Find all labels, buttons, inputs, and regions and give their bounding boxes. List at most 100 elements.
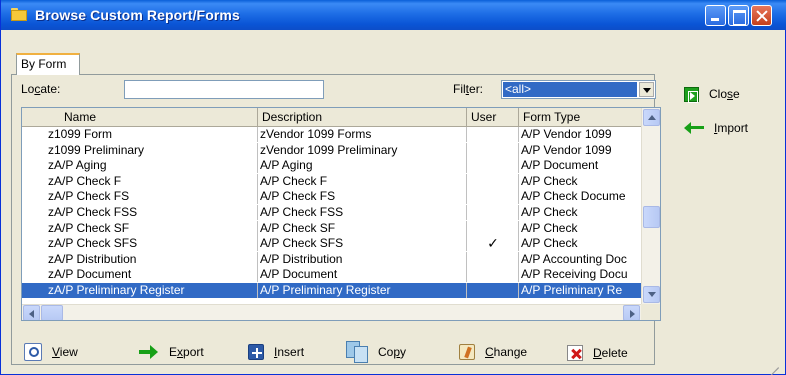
column-header-name[interactable]: Name — [22, 108, 258, 127]
column-divider — [466, 283, 467, 298]
cell-form-type: A/P Document — [521, 158, 599, 173]
cell-name: zA/P Check F — [48, 173, 122, 188]
browse-custom-reports-window: Browse Custom Report/Forms By Form Locat… — [0, 0, 786, 375]
change-button[interactable]: Change — [459, 340, 527, 364]
filter-selected-value: <all> — [503, 82, 637, 97]
vertical-scrollbar[interactable] — [641, 108, 660, 304]
delete-label: Delete — [593, 346, 628, 360]
filter-dropdown[interactable]: <all> — [501, 80, 656, 99]
horizontal-scroll-thumb[interactable] — [41, 305, 63, 320]
close-door-icon — [684, 86, 699, 103]
column-divider — [257, 251, 258, 267]
table-row[interactable]: z1099 Preliminary zVendor 1099 Preliminar… — [22, 142, 642, 158]
horizontal-scrollbar[interactable] — [22, 304, 641, 320]
column-divider — [518, 173, 519, 189]
title-bar[interactable]: Browse Custom Report/Forms — [1, 0, 786, 30]
cell-form-type: A/P Check — [521, 220, 578, 235]
cell-form-type: A/P Check — [521, 205, 578, 219]
cell-user — [467, 158, 519, 173]
insert-plus-icon — [248, 344, 264, 360]
cell-description: A/P Distribution — [260, 251, 343, 266]
column-header-user[interactable]: User — [467, 108, 519, 127]
column-divider — [466, 127, 467, 142]
cell-form-type: A/P Receiving Docu — [521, 267, 628, 282]
tab-by-form[interactable]: By Form — [16, 53, 80, 75]
folder-icon — [11, 8, 27, 21]
insert-label: Insert — [274, 345, 305, 359]
cell-form-type: A/P Vendor 1099 — [521, 127, 612, 141]
view-button[interactable]: View — [24, 340, 78, 364]
cell-name: zA/P Preliminary Register — [48, 283, 185, 297]
column-divider — [466, 236, 467, 252]
table-row[interactable]: zA/P Check F A/P Check F A/P Check — [22, 173, 642, 189]
export-arrow-icon — [139, 343, 159, 361]
cell-user — [467, 283, 519, 298]
import-arrow-icon — [684, 119, 704, 137]
view-icon — [24, 343, 42, 361]
column-divider — [257, 205, 258, 220]
resize-grip-icon[interactable] — [765, 354, 779, 375]
column-header-form-type[interactable]: Form Type — [519, 108, 642, 127]
column-divider — [466, 158, 467, 174]
scroll-right-icon[interactable] — [623, 305, 640, 320]
column-divider — [257, 142, 258, 158]
locate-input[interactable] — [124, 80, 324, 99]
cell-user: ✓ — [487, 236, 499, 252]
column-header-description[interactable]: Description — [258, 108, 467, 127]
delete-button[interactable]: Delete — [567, 341, 628, 365]
column-divider — [466, 267, 467, 283]
cell-name: zA/P Document — [48, 267, 132, 282]
cell-description: A/P Check F — [260, 173, 328, 188]
cell-form-type: A/P Check — [521, 173, 578, 188]
cell-form-type: A/P Check Docume — [521, 189, 626, 204]
copy-label: Copy — [378, 345, 407, 359]
table-row[interactable]: zA/P Check FSS A/P Check FSS A/P Check — [22, 205, 642, 220]
cell-name: zA/P Check SF — [48, 220, 130, 235]
table-row[interactable]: zA/P Preliminary Register A/P Preliminary… — [22, 283, 642, 298]
copy-icon — [346, 341, 368, 363]
cell-user — [467, 221, 519, 236]
cell-form-type: A/P Preliminary Re — [521, 283, 623, 297]
column-divider — [518, 158, 519, 174]
change-label: Change — [485, 345, 528, 359]
column-divider — [518, 127, 519, 142]
forms-grid[interactable]: Name Description User Form Type z1099 Fo… — [21, 107, 661, 321]
table-row[interactable]: zA/P Aging A/P Aging A/P Document — [22, 158, 642, 174]
window-title: Browse Custom Report/Forms — [35, 7, 240, 23]
scroll-left-icon[interactable] — [23, 305, 40, 320]
close-window-icon[interactable] — [751, 5, 772, 26]
table-row[interactable]: zA/P Check SF A/P Check SF A/P Check — [22, 220, 642, 236]
cell-user — [467, 205, 519, 220]
column-divider — [257, 173, 258, 189]
export-button[interactable]: Export — [139, 340, 204, 364]
table-row[interactable]: zA/P Document A/P Document A/P Receiving D… — [22, 267, 642, 283]
cell-description: A/P Check SFS — [260, 236, 344, 251]
insert-button[interactable]: Insert — [248, 340, 304, 364]
column-divider — [518, 283, 519, 298]
grid-header: Name Description User Form Type — [22, 108, 642, 127]
column-divider — [257, 220, 258, 236]
copy-button[interactable]: Copy — [346, 340, 406, 364]
maximize-icon[interactable] — [728, 5, 749, 26]
cell-form-type: A/P Vendor 1099 — [521, 142, 612, 157]
vertical-scroll-thumb[interactable] — [643, 206, 660, 228]
scroll-up-icon[interactable] — [643, 109, 660, 126]
cell-description: A/P Aging — [260, 158, 313, 173]
minimize-icon[interactable] — [705, 5, 726, 26]
close-button[interactable]: Close — [684, 82, 740, 106]
scroll-down-icon[interactable] — [643, 286, 660, 303]
import-button[interactable]: Import — [684, 116, 748, 140]
cell-name: zA/P Distribution — [48, 251, 137, 266]
table-row[interactable]: zA/P Check FS A/P Check FS A/P Check Docum… — [22, 189, 642, 205]
column-divider — [518, 142, 519, 158]
chevron-down-icon[interactable] — [639, 82, 654, 97]
view-label: View — [52, 345, 78, 359]
table-row[interactable]: zA/P Distribution A/P Distribution A/P Acc… — [22, 251, 642, 267]
column-divider — [466, 189, 467, 205]
column-divider — [257, 236, 258, 252]
table-row[interactable]: zA/P Check SFS A/P Check SFS ✓ A/P Check — [22, 236, 642, 252]
cell-form-type: A/P Accounting Doc — [521, 251, 627, 266]
table-row[interactable]: z1099 Form zVendor 1099 Forms A/P Vendor 1… — [22, 127, 642, 142]
column-divider — [518, 267, 519, 283]
column-divider — [518, 189, 519, 205]
